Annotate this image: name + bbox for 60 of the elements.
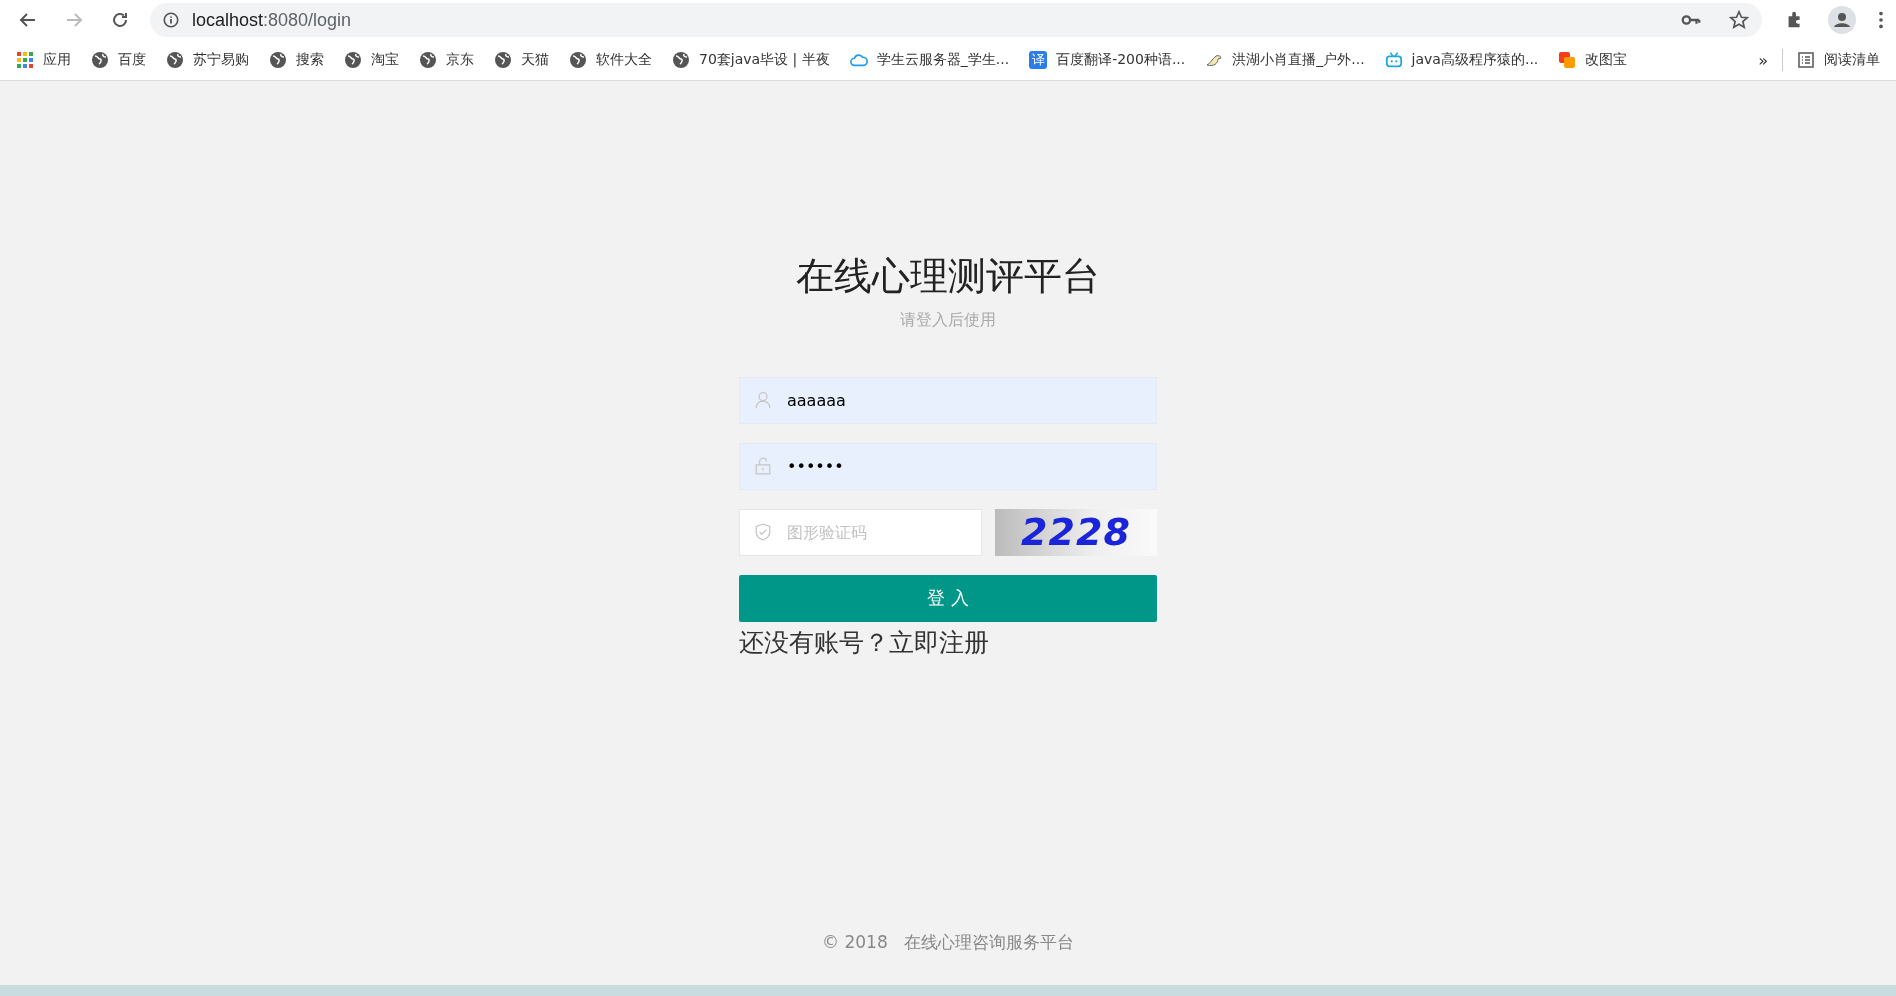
bookmark-label: 洪湖小肖直播_户外... — [1232, 51, 1365, 69]
bookmark-label: 京东 — [446, 51, 474, 69]
apps-grid-icon — [16, 51, 34, 69]
bookmark-item[interactable]: 改图宝 — [1548, 51, 1638, 69]
bookmark-item[interactable]: 苏宁易购 — [156, 51, 259, 69]
translate-badge: 译 — [1029, 51, 1048, 69]
bookmark-label: 苏宁易购 — [193, 51, 249, 69]
bookmark-label: 天猫 — [521, 51, 549, 69]
address-bar[interactable]: localhost:8080/login — [150, 3, 1762, 37]
bookmark-label: 百度 — [118, 51, 146, 69]
star-icon[interactable] — [1728, 9, 1750, 31]
list-icon — [1797, 51, 1815, 69]
username-field[interactable]: aaaaaa — [739, 376, 1157, 424]
bookmark-label: 应用 — [43, 51, 71, 69]
squares-icon — [1558, 51, 1577, 69]
bookmark-label: java高级程序猿的... — [1411, 51, 1539, 69]
bookmark-item[interactable]: 70套java毕设 | 半夜 — [662, 51, 840, 69]
bookmark-label: 淘宝 — [371, 51, 399, 69]
bookmark-item[interactable]: 淘宝 — [334, 51, 409, 69]
globe-icon — [569, 51, 587, 69]
bookmark-item[interactable]: 京东 — [409, 51, 484, 69]
footer-text: © 2018 在线心理咨询服务平台 — [821, 931, 1075, 954]
bookmark-label: 改图宝 — [1585, 51, 1628, 69]
bookmark-label: 学生云服务器_学生... — [876, 51, 1010, 69]
url-text: localhost:8080/login — [192, 9, 353, 31]
bookmark-item[interactable]: java高级程序猿的... — [1374, 51, 1549, 69]
globe-icon — [166, 51, 184, 69]
more-bookmarks-button[interactable]: » — [1748, 50, 1778, 70]
page-title: 在线心理测评平台 — [795, 256, 1101, 298]
register-link[interactable]: 还没有账号？立即注册 — [739, 625, 1157, 659]
globe-icon — [344, 51, 362, 69]
tv-icon — [1384, 51, 1403, 69]
globe-icon — [91, 51, 109, 69]
reading-list-label: 阅读清单 — [1824, 51, 1880, 69]
globe-icon — [494, 51, 512, 69]
bookmark-label: 软件大全 — [596, 51, 652, 69]
info-icon — [162, 11, 180, 29]
reading-list-button[interactable]: 阅读清单 — [1787, 51, 1890, 69]
page-subtitle: 请登入后使用 — [899, 309, 997, 331]
bookmark-item[interactable]: 译 百度翻译-200种语... — [1019, 51, 1196, 69]
bookmark-item[interactable]: 学生云服务器_学生... — [839, 51, 1020, 69]
globe-icon — [419, 51, 437, 69]
bookmark-item[interactable]: 搜索 — [259, 51, 334, 69]
profile-icon[interactable] — [1828, 6, 1856, 34]
bookmark-label: 搜索 — [296, 51, 324, 69]
bookmark-item[interactable]: 百度 — [81, 51, 156, 69]
bookmark-item[interactable]: 天猫 — [484, 51, 559, 69]
menu-icon[interactable] — [1878, 9, 1884, 31]
captcha-image[interactable]: 2228 — [995, 508, 1157, 556]
bookmark-item[interactable]: 应用 — [6, 51, 81, 69]
bookmark-label: 70套java毕设 | 半夜 — [699, 51, 830, 69]
cloud-icon — [849, 51, 868, 69]
captcha-field[interactable]: 图形验证码 — [739, 508, 982, 556]
password-field[interactable]: •••••• — [739, 442, 1157, 490]
globe-icon — [672, 51, 690, 69]
login-button[interactable]: 登 入 — [739, 574, 1157, 622]
bookmark-item[interactable]: 洪湖小肖直播_户外... — [1195, 51, 1375, 69]
bookmark-label: 百度翻译-200种语... — [1056, 51, 1186, 69]
bookmark-item[interactable]: 软件大全 — [559, 51, 662, 69]
globe-icon — [269, 51, 287, 69]
